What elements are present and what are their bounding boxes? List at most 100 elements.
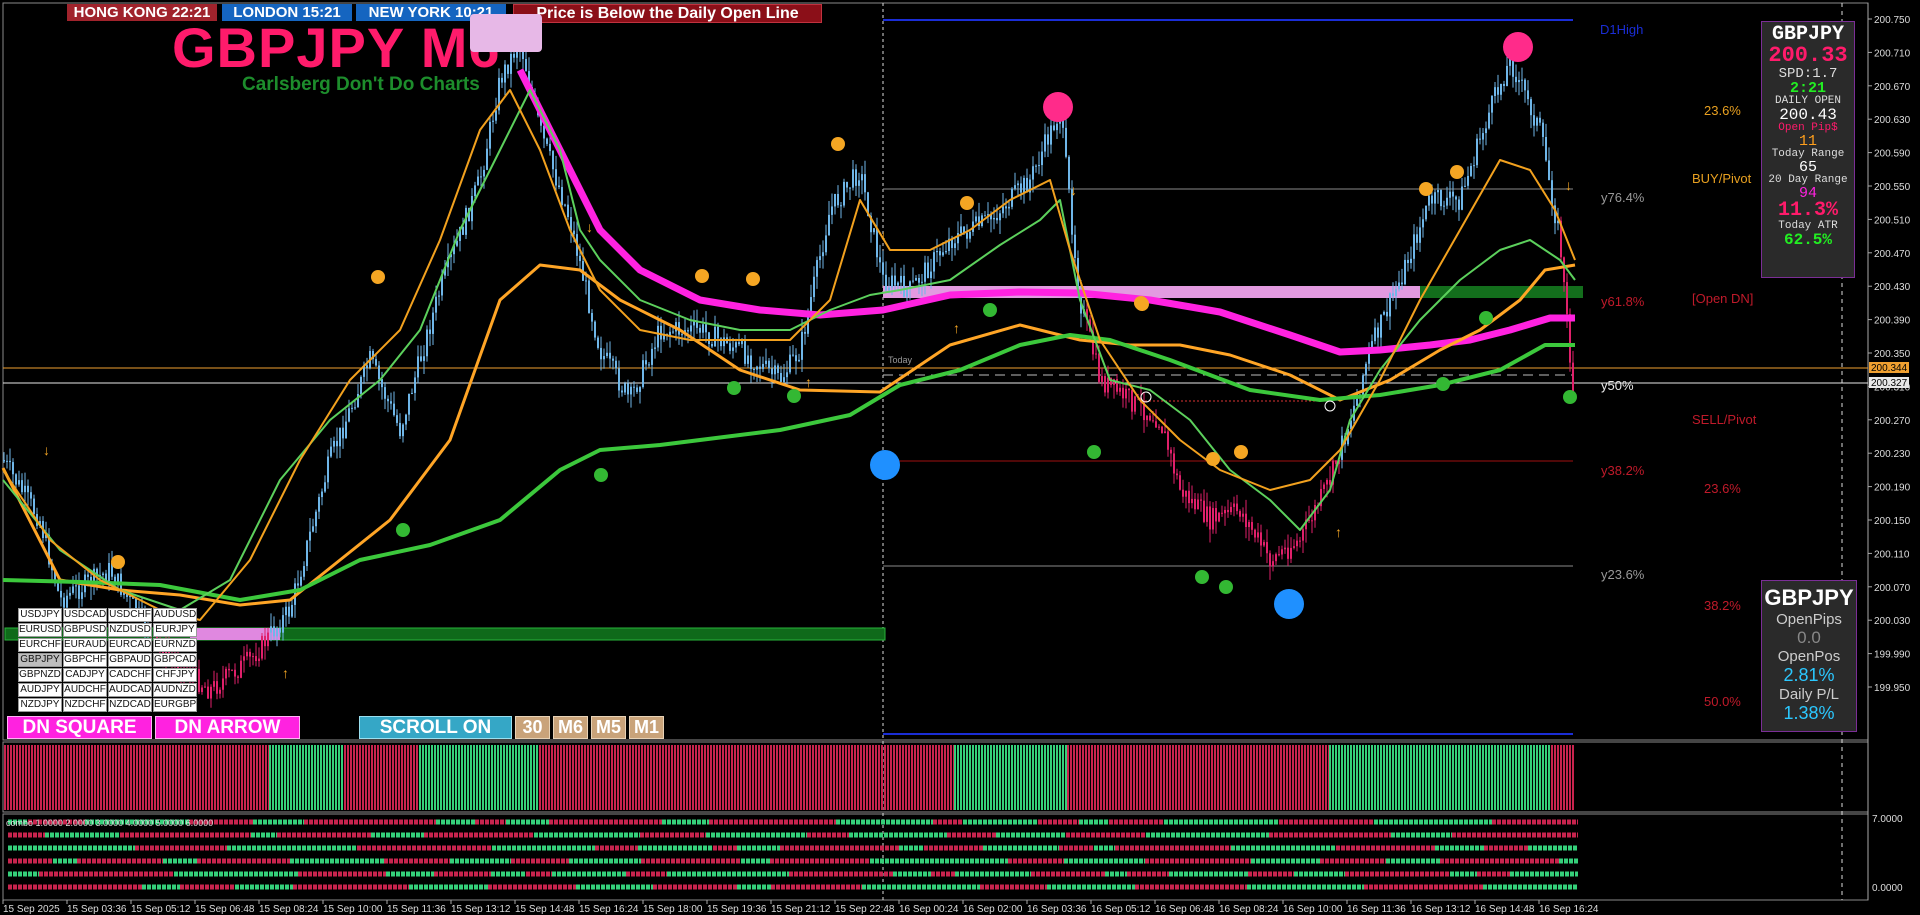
y61-label: y61.8% <box>1601 294 1645 309</box>
info-today-atr: 62.5% <box>1783 231 1832 249</box>
pair-eurcad[interactable]: EURCAD <box>108 638 152 652</box>
pink-zone-left <box>190 628 280 640</box>
pair-gbpusd[interactable]: GBPUSD <box>63 623 107 637</box>
time-axis-label: 16 Sep 06:48 <box>1155 904 1215 915</box>
candle-body <box>723 337 725 347</box>
candle-body <box>876 228 878 258</box>
timeframe-30-button[interactable]: 30 <box>515 716 550 739</box>
candle-body <box>231 669 233 671</box>
pair-eurjpy[interactable]: EURJPY <box>153 623 197 637</box>
candle-body <box>1233 503 1235 507</box>
candle-body <box>87 574 89 577</box>
candle-body <box>297 583 299 586</box>
down-arrow-icon: ↓ <box>586 219 593 235</box>
time-axis-label: 15 Sep 13:12 <box>451 904 511 915</box>
price-chart[interactable]: ↓↓↓ ↓↓↑↑↑↑ 200.750200.710200.670200.63020… <box>0 0 1920 915</box>
pair-usdjpy[interactable]: USDJPY <box>18 608 62 622</box>
price-axis-label: 200.350 <box>1874 349 1911 360</box>
today-label: Today <box>888 355 913 365</box>
up-arrow-icon: ↑ <box>282 665 289 681</box>
candle-body <box>939 251 941 256</box>
pair-gbpnzd[interactable]: GBPNZD <box>18 668 62 682</box>
time-axis-label: 16 Sep 00:24 <box>899 904 959 915</box>
candle-body <box>300 576 302 586</box>
candle-body <box>33 498 35 515</box>
time-axis: 15 Sep 2025 15 Sep 03:36 15 Sep 05:12 15 Se… <box>2 900 1599 915</box>
pair-gbpcad[interactable]: GBPCAD <box>153 653 197 667</box>
time-axis-label: 15 Sep 05:12 <box>131 904 191 915</box>
pair-gbpjpy[interactable]: GBPJPY <box>18 653 62 667</box>
pair-audusd[interactable]: AUDUSD <box>153 608 197 622</box>
candle-body <box>1134 396 1136 412</box>
pair-audchf[interactable]: AUDCHF <box>63 683 107 697</box>
pair-eurchf[interactable]: EURCHF <box>18 638 62 652</box>
candle-body <box>1050 125 1052 145</box>
sub1-histogram <box>4 745 1574 810</box>
candle-body <box>1485 128 1487 134</box>
candle-body <box>615 360 617 369</box>
candle-body <box>915 278 917 281</box>
pair-nzdcad[interactable]: NZDCAD <box>108 698 152 712</box>
pair-nzdchf[interactable]: NZDCHF <box>63 698 107 712</box>
dn-square-button[interactable]: DN SQUARE <box>7 716 152 739</box>
candle-body <box>1254 529 1256 538</box>
scroll-toggle-button[interactable]: SCROLL ON <box>359 716 512 739</box>
pair-usdchf[interactable]: USDCHF <box>108 608 152 622</box>
candle-body <box>408 393 410 415</box>
candle-body <box>1365 363 1367 376</box>
pair-gbpchf[interactable]: GBPCHF <box>63 653 107 667</box>
candle-body <box>480 176 482 178</box>
pair-eurnzd[interactable]: EURNZD <box>153 638 197 652</box>
candle-body <box>600 347 602 360</box>
candle-body <box>786 372 788 378</box>
candle-body <box>1035 165 1037 167</box>
pair-usdcad[interactable]: USDCAD <box>63 608 107 622</box>
pair-chfjpy[interactable]: CHFJPY <box>153 668 197 682</box>
pips-daily-pl: 1.38% <box>1783 703 1835 723</box>
candle-body <box>1020 183 1022 193</box>
pair-audnzd[interactable]: AUDNZD <box>153 683 197 697</box>
candle-body <box>612 358 614 361</box>
candle-body <box>717 326 719 339</box>
open-dn-label: [Open DN] <box>1692 291 1754 306</box>
candle-body <box>1005 206 1007 209</box>
pair-nzdusd[interactable]: NZDUSD <box>108 623 152 637</box>
candle-body <box>774 365 776 375</box>
pair-audjpy[interactable]: AUDJPY <box>18 683 62 697</box>
candle-body <box>738 342 740 345</box>
timeframe-m1-button[interactable]: M1 <box>629 716 664 739</box>
candle-body <box>1272 561 1274 567</box>
down-arrow-icon: ↓ <box>43 442 50 458</box>
candle-body <box>264 635 266 647</box>
candle-body <box>213 681 215 687</box>
price-axis-label: 200.670 <box>1874 82 1911 93</box>
candle-body <box>306 540 308 567</box>
signal-markers-layer: ↓ ↓ ↓ ↓ ↓ ↑ ↑ ↑ ↑ <box>43 32 1577 681</box>
time-axis-label: 15 Sep 03:36 <box>67 904 127 915</box>
timeframe-m5-button[interactable]: M5 <box>591 716 626 739</box>
pair-audcad[interactable]: AUDCAD <box>108 683 152 697</box>
candle-body <box>63 597 65 608</box>
timeframe-m6-button[interactable]: M6 <box>553 716 588 739</box>
pair-gbpaud[interactable]: GBPAUD <box>108 653 152 667</box>
y50-label: y50% <box>1601 378 1634 393</box>
pair-cadchf[interactable]: CADCHF <box>108 668 152 682</box>
pair-eurusd[interactable]: EURUSD <box>18 623 62 637</box>
candle-body <box>69 592 71 596</box>
candle-body <box>840 205 842 207</box>
dn-arrow-button[interactable]: DN ARROW <box>155 716 300 739</box>
info-today-range: 65 <box>1798 159 1817 176</box>
candle-body <box>1461 186 1463 210</box>
pair-nzdjpy[interactable]: NZDJPY <box>18 698 62 712</box>
candle-body <box>411 392 413 394</box>
price-axis-label: 200.390 <box>1874 316 1911 327</box>
pair-eurgbp[interactable]: EURGBP <box>153 698 197 712</box>
candle-body <box>630 386 632 395</box>
candle-body <box>894 275 896 286</box>
pair-cadjpy[interactable]: CADJPY <box>63 668 107 682</box>
up-arrow-icon: ↑ <box>953 320 960 336</box>
candle-body <box>837 193 839 206</box>
candle-body <box>543 125 545 139</box>
pair-euraud[interactable]: EURAUD <box>63 638 107 652</box>
candle-body <box>1326 480 1328 485</box>
